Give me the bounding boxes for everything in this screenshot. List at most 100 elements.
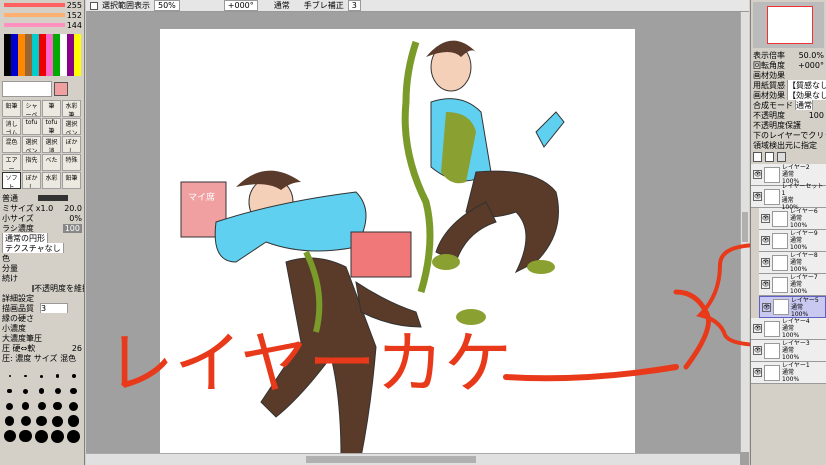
size-preset[interactable] xyxy=(34,369,49,383)
palette-swatch[interactable] xyxy=(53,41,60,48)
brush-tool[interactable]: ソフト xyxy=(2,172,21,189)
palette-swatch[interactable] xyxy=(53,34,60,41)
palette-swatch[interactable] xyxy=(18,55,25,62)
pressure-value[interactable]: 26 xyxy=(72,344,82,353)
angle-field[interactable]: +000° xyxy=(223,0,258,11)
palette-swatch[interactable] xyxy=(74,55,81,62)
palette-swatch[interactable] xyxy=(32,55,39,62)
layer-blend-select[interactable]: 通常 xyxy=(795,100,813,110)
horizontal-scrollbar[interactable] xyxy=(86,453,740,465)
brush-tool[interactable]: tofu筆 xyxy=(42,118,61,135)
size-preset[interactable] xyxy=(2,429,17,443)
palette-swatch[interactable] xyxy=(4,41,11,48)
brush-tool[interactable]: 指先 xyxy=(22,154,41,171)
eye-icon[interactable]: 👁 xyxy=(753,368,762,377)
size-preset[interactable] xyxy=(66,384,81,398)
detail-label[interactable]: 詳細設定 xyxy=(2,293,34,303)
brush-tool[interactable]: 選択ペン xyxy=(62,118,81,135)
new-layer-icon[interactable] xyxy=(753,152,762,162)
palette-swatch[interactable] xyxy=(74,34,81,41)
palette-swatch[interactable] xyxy=(25,55,32,62)
size-preset[interactable] xyxy=(2,369,17,383)
size-preset[interactable] xyxy=(2,414,17,428)
palette-swatch[interactable] xyxy=(46,62,53,69)
eye-icon[interactable]: 👁 xyxy=(761,236,770,245)
size-preset[interactable] xyxy=(18,369,33,383)
eye-icon[interactable]: 👁 xyxy=(761,258,770,267)
palette-swatch[interactable] xyxy=(60,69,67,76)
eye-icon[interactable]: 👁 xyxy=(753,346,762,355)
palette-swatch[interactable] xyxy=(11,69,18,76)
brush-tool[interactable]: 特殊 xyxy=(62,154,81,171)
layer-row[interactable]: 👁 レイヤー8 通常 100% xyxy=(759,252,826,274)
brush-tool[interactable]: 筆 xyxy=(42,100,61,117)
palette-swatch[interactable] xyxy=(74,41,81,48)
palette-swatch[interactable] xyxy=(39,62,46,69)
palette-swatch[interactable] xyxy=(11,55,18,62)
palette-swatch[interactable] xyxy=(74,69,81,76)
size-mult[interactable]: x1.0 xyxy=(36,204,53,213)
palette-swatch[interactable] xyxy=(32,69,39,76)
palette-swatch[interactable] xyxy=(18,34,25,41)
palette-swatch[interactable] xyxy=(60,34,67,41)
palette-swatch[interactable] xyxy=(60,62,67,69)
protect-opacity-option[interactable]: 不透明度保護 xyxy=(753,120,801,130)
palette-swatch[interactable] xyxy=(32,62,39,69)
palette-swatch[interactable] xyxy=(39,41,46,48)
palette-swatch[interactable] xyxy=(39,34,46,41)
color-slider-bar[interactable] xyxy=(4,23,65,27)
brush-shape-select[interactable]: 通常の円形 xyxy=(2,233,48,243)
size-preset[interactable] xyxy=(2,399,17,413)
eye-icon[interactable]: 👁 xyxy=(761,214,770,223)
min-size-value[interactable]: 0% xyxy=(69,214,82,223)
layer-row[interactable]: 👁 レイヤーセット1 通常 100% xyxy=(751,183,826,211)
palette-swatch[interactable] xyxy=(25,62,32,69)
size-preset[interactable] xyxy=(18,399,33,413)
color-slider-row[interactable]: 152 xyxy=(0,10,84,20)
palette-swatch[interactable] xyxy=(53,48,60,55)
eye-icon[interactable]: 👁 xyxy=(753,170,762,179)
palette-swatch[interactable] xyxy=(25,69,32,76)
palette-swatch[interactable] xyxy=(67,34,74,41)
palette-swatch[interactable] xyxy=(67,69,74,76)
palette-swatch[interactable] xyxy=(4,34,11,41)
size-value[interactable]: 20.0 xyxy=(64,204,82,213)
palette-swatch[interactable] xyxy=(25,34,32,41)
palette-swatch[interactable] xyxy=(25,48,32,55)
size-preset[interactable] xyxy=(34,414,49,428)
palette-swatch[interactable] xyxy=(46,48,53,55)
palette-swatch[interactable] xyxy=(53,69,60,76)
palette-swatch[interactable] xyxy=(60,55,67,62)
palette-swatch[interactable] xyxy=(4,62,11,69)
brush-tool[interactable]: 鉛筆 xyxy=(2,100,21,117)
palette-swatch[interactable] xyxy=(67,55,74,62)
palette-swatch[interactable] xyxy=(11,48,18,55)
brush-tool[interactable]: エアー xyxy=(2,154,21,171)
nav-zoom-value[interactable]: 50.0% xyxy=(799,51,824,60)
color-slider-bar[interactable] xyxy=(4,13,65,17)
brush-tool[interactable]: 混色 xyxy=(2,136,21,153)
selection-visible-checkbox[interactable] xyxy=(90,1,98,10)
pressure-options[interactable]: 圧: 濃度 サイズ 混色 xyxy=(2,353,76,363)
stabilizer-field[interactable]: 3 xyxy=(347,0,361,11)
palette-swatch[interactable] xyxy=(4,48,11,55)
zoom-field[interactable]: 50% xyxy=(154,0,180,11)
palette-swatch[interactable] xyxy=(46,55,53,62)
layer-row[interactable]: 👁 レイヤー5 通常 100% xyxy=(759,296,826,318)
palette-swatch[interactable] xyxy=(18,69,25,76)
palette-swatch[interactable] xyxy=(32,41,39,48)
clipping-option[interactable]: 下のレイヤーでクリッピング xyxy=(753,130,826,140)
density-value[interactable]: 100 xyxy=(62,223,82,233)
palette-swatch[interactable] xyxy=(60,48,67,55)
palette-swatch[interactable] xyxy=(46,41,53,48)
brush-tool[interactable]: 水彩筆 xyxy=(62,100,81,117)
eye-icon[interactable]: 👁 xyxy=(753,192,762,201)
brush-tool[interactable]: 消しゴム xyxy=(2,118,21,135)
size-preset[interactable] xyxy=(50,384,65,398)
mode-select[interactable]: 通常 xyxy=(274,0,290,11)
material-select[interactable]: 【効果なし】 xyxy=(787,90,826,100)
brush-tool[interactable]: 選択消 xyxy=(42,136,61,153)
new-folder-icon[interactable] xyxy=(765,152,774,162)
brush-tool[interactable]: ぼかし xyxy=(22,172,41,189)
size-preset[interactable] xyxy=(50,369,65,383)
